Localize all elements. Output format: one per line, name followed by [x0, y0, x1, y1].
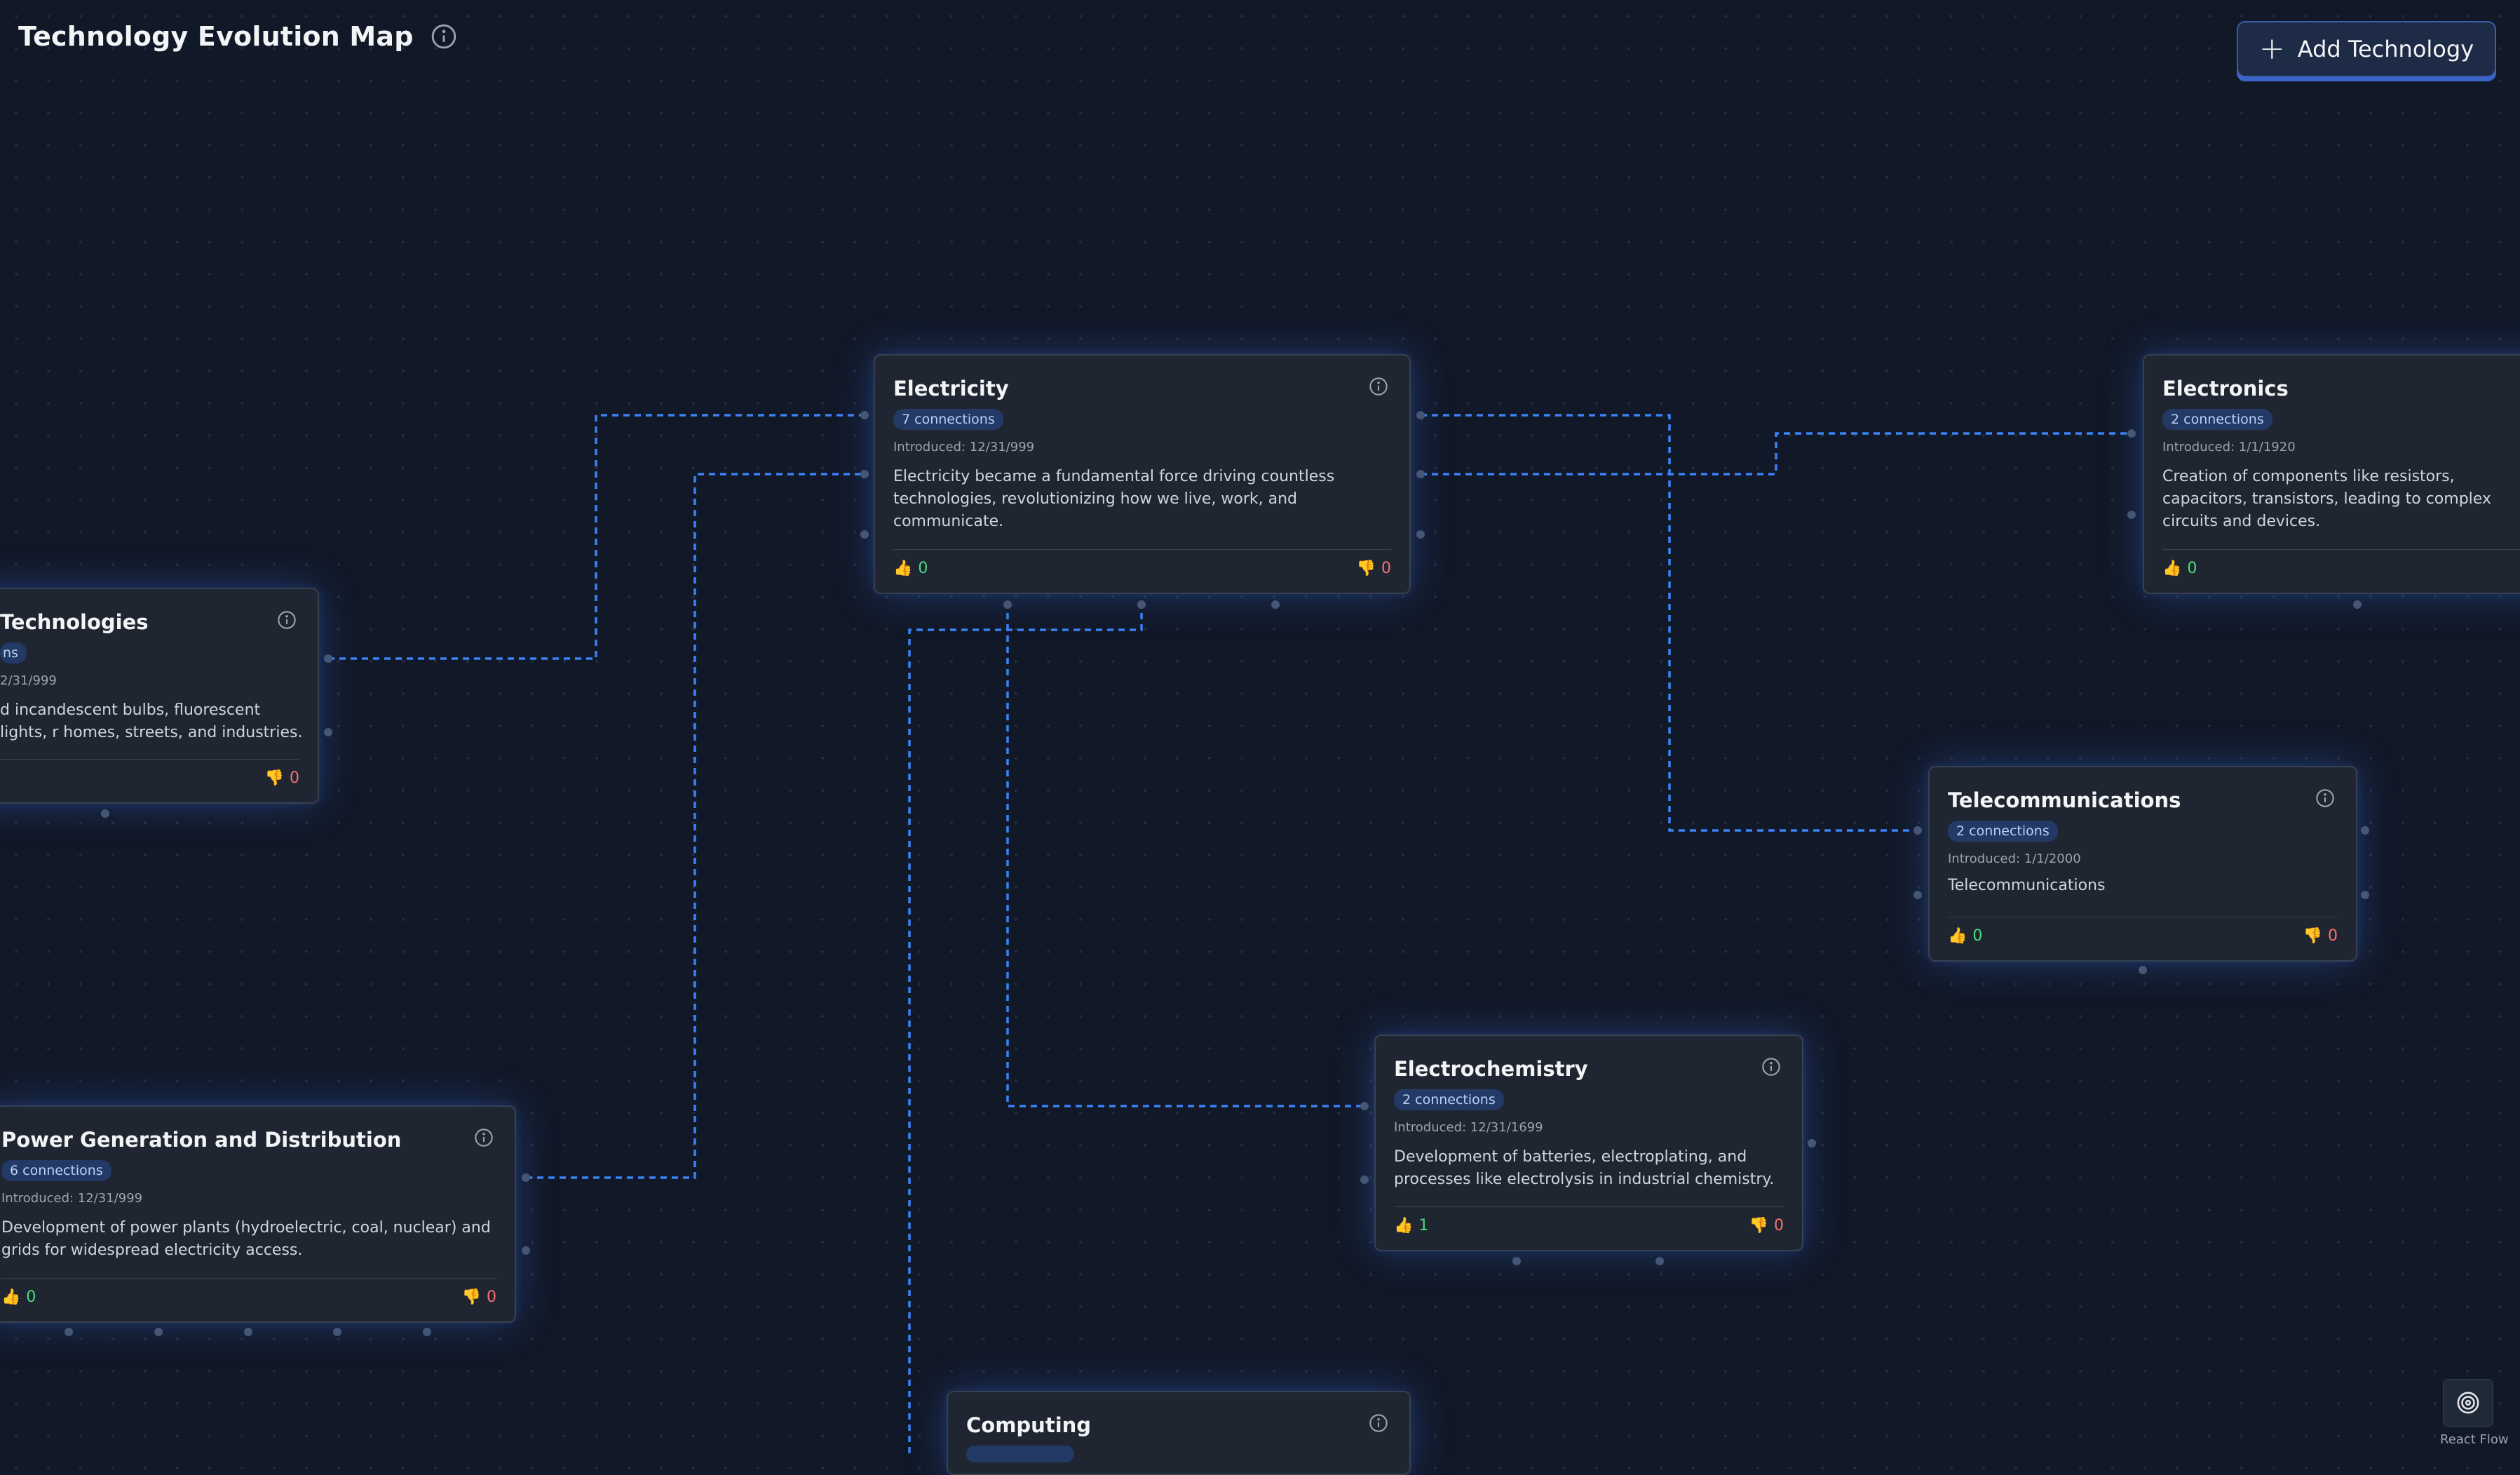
- add-technology-label: Add Technology: [2297, 36, 2474, 62]
- upvote-count: 0: [2187, 560, 2197, 577]
- info-icon[interactable]: [277, 610, 297, 633]
- react-flow-attribution[interactable]: React Flow: [2440, 1432, 2509, 1447]
- thumbs-up-icon: 👍: [2162, 560, 2182, 577]
- node-description: Development of power plants (hydroelectr…: [1, 1219, 491, 1259]
- introduced-date: Introduced: 12/31/999: [893, 440, 1035, 454]
- node-title: Computing: [966, 1413, 1092, 1437]
- info-icon[interactable]: [1761, 1057, 1781, 1079]
- node-title: Electricity: [893, 377, 1009, 400]
- info-icon[interactable]: [1369, 377, 1388, 399]
- thumbs-down-icon: 👎: [264, 769, 284, 787]
- thumbs-down-icon: 👎: [1356, 560, 1376, 577]
- upvote-button[interactable]: 👍 0: [893, 560, 928, 577]
- upvote-count: 0: [26, 1288, 36, 1306]
- plus-icon: +: [2258, 31, 2285, 67]
- page-title: Technology Evolution Map: [18, 21, 414, 52]
- downvote-count: 0: [1381, 560, 1391, 577]
- downvote-count: 0: [1774, 1217, 1784, 1234]
- node-title: Power Generation and Distribution: [1, 1128, 402, 1152]
- downvote-count: 0: [487, 1288, 496, 1306]
- node-description: Electricity became a fundamental force d…: [893, 468, 1335, 530]
- page-header: Technology Evolution Map: [18, 21, 457, 52]
- add-technology-button[interactable]: + Add Technology: [2237, 21, 2496, 77]
- upvote-button[interactable]: 👍 1: [1394, 1217, 1428, 1234]
- node-electronics[interactable]: Electronics 2 connections Introduced: 1/…: [2143, 354, 2520, 594]
- upvote-button[interactable]: 👍 0: [1, 1288, 36, 1306]
- vote-bar: 👍 0: [2162, 549, 2520, 577]
- introduced-date: Introduced: 1/1/2000: [1948, 851, 2081, 866]
- introduced-date: Introduced: 12/31/999: [1, 1191, 143, 1206]
- thumbs-up-icon: 👍: [893, 560, 913, 577]
- edge-electricity-telecom: [1421, 414, 1918, 832]
- node-telecommunications[interactable]: Telecommunications 2 connections Introdu…: [1928, 766, 2357, 962]
- node-description: Creation of components like resistors, c…: [2162, 468, 2491, 530]
- thumbs-down-icon: 👎: [1749, 1217, 1768, 1234]
- thumbs-up-icon: 👍: [1394, 1217, 1414, 1234]
- introduced-date: 2/31/999: [0, 673, 57, 688]
- downvote-button[interactable]: 👎 0: [1749, 1217, 1784, 1234]
- edge-power-electricity: [526, 473, 865, 1179]
- connections-badge: 2 connections: [2162, 409, 2272, 430]
- node-power-generation[interactable]: Power Generation and Distribution 6 conn…: [0, 1105, 516, 1323]
- vote-bar: 👍 0 👎 0: [893, 549, 1391, 577]
- vote-bar: 👍 0 👎 0: [1, 1278, 496, 1306]
- node-electrochemistry[interactable]: Electrochemistry 2 connections Introduce…: [1374, 1035, 1803, 1251]
- downvote-count: 0: [2328, 927, 2338, 945]
- upvote-count: 1: [1418, 1217, 1429, 1234]
- edge-electricity-electronics: [1421, 432, 2132, 476]
- edge-lighting-electricity: [328, 414, 865, 660]
- thumbs-down-icon: 👎: [461, 1288, 481, 1306]
- connections-badge: 2 connections: [1394, 1089, 1504, 1110]
- edge-electricity-computing: [908, 602, 1143, 1455]
- node-description: d incandescent bulbs, fluorescent lights…: [0, 701, 303, 741]
- node-title: Electrochemistry: [1394, 1057, 1588, 1081]
- node-title: Technologies: [0, 610, 149, 634]
- info-icon[interactable]: [1369, 1413, 1388, 1436]
- node-electricity[interactable]: Electricity 7 connections Introduced: 12…: [874, 354, 1411, 594]
- node-lighting-technologies[interactable]: Technologies ns 2/31/999 d incandescent …: [0, 588, 319, 804]
- vote-bar: 👎 0: [0, 759, 299, 787]
- connections-badge: 6 connections: [1, 1160, 111, 1181]
- introduced-date: Introduced: 12/31/1699: [1394, 1120, 1543, 1135]
- node-description: Development of batteries, electroplating…: [1394, 1148, 1775, 1188]
- upvote-button[interactable]: 👍 0: [2162, 560, 2197, 577]
- connections-badge: 7 connections: [893, 409, 1003, 430]
- upvote-count: 0: [1972, 927, 1983, 945]
- downvote-count: 0: [290, 769, 299, 787]
- node-computing[interactable]: Computing: [947, 1391, 1411, 1475]
- node-description: Telecommunications: [1948, 877, 2106, 894]
- vote-bar: 👍 0 👎 0: [1948, 917, 2338, 945]
- thumbs-up-icon: 👍: [1, 1288, 21, 1306]
- target-icon: [2457, 1392, 2479, 1414]
- vote-bar: 👍 1 👎 0: [1394, 1206, 1784, 1234]
- connections-badge: 2 connections: [1948, 821, 2058, 842]
- fit-view-button[interactable]: [2443, 1379, 2493, 1427]
- info-icon[interactable]: [2315, 788, 2335, 811]
- introduced-date: Introduced: 1/1/1920: [2162, 440, 2296, 454]
- downvote-button[interactable]: 👎 0: [265, 769, 299, 787]
- connections-badge: ns: [0, 642, 27, 664]
- info-icon[interactable]: [431, 23, 457, 50]
- downvote-button[interactable]: 👎 0: [1357, 560, 1391, 577]
- downvote-button[interactable]: 👎 0: [462, 1288, 496, 1306]
- node-title: Telecommunications: [1948, 788, 2181, 812]
- node-title: Electronics: [2162, 377, 2289, 400]
- connections-badge: [966, 1446, 1074, 1462]
- info-icon[interactable]: [474, 1128, 494, 1150]
- edge-electricity-electrochem: [1006, 602, 1364, 1107]
- upvote-button[interactable]: 👍 0: [1948, 927, 1982, 945]
- thumbs-up-icon: 👍: [1948, 927, 1967, 945]
- thumbs-down-icon: 👎: [2303, 927, 2322, 945]
- upvote-count: 0: [918, 560, 928, 577]
- downvote-button[interactable]: 👎 0: [2303, 927, 2338, 945]
